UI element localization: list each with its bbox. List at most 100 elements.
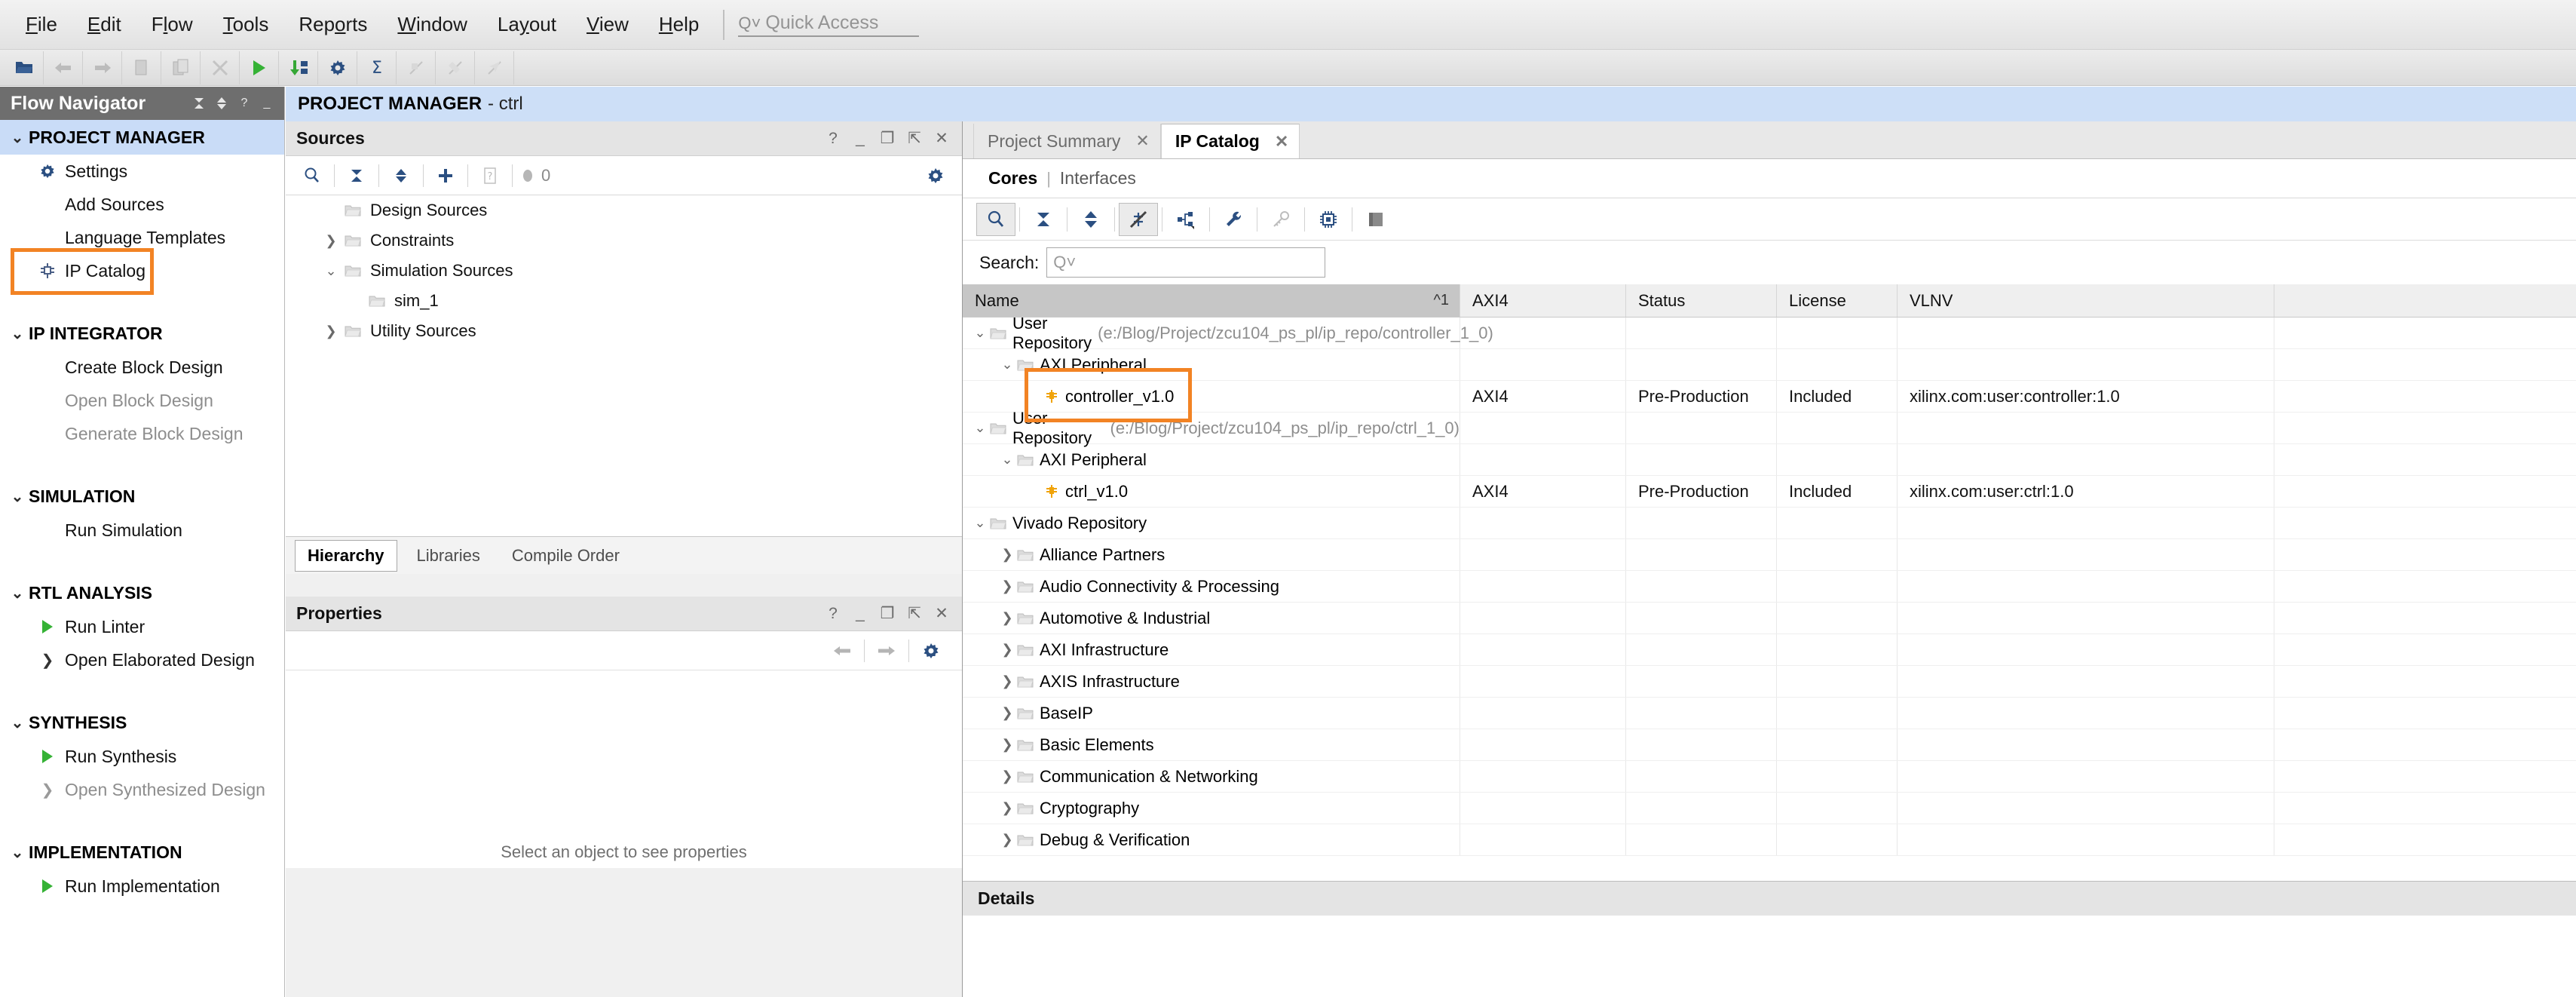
expand-all-icon[interactable] — [210, 92, 233, 115]
sources-tree[interactable]: Design Sources ❯ Constraints ⌄ Simulation So… — [286, 195, 962, 536]
sidebar-item-ip-catalog[interactable]: IP Catalog — [0, 254, 284, 287]
chevron-right-icon[interactable]: ❯ — [997, 737, 1017, 753]
table-row[interactable]: ❯ AXIS Infrastructure — [963, 666, 2576, 698]
chevron-right-icon[interactable]: ❯ — [997, 642, 1017, 658]
quick-access-search[interactable]: Q˅ Quick Access — [738, 12, 920, 37]
table-row[interactable]: ❯ Basic Elements — [963, 729, 2576, 761]
column-header-name[interactable]: Name ^1 — [963, 284, 1460, 317]
flownav-section-implementation[interactable]: ⌄ IMPLEMENTATION — [0, 835, 284, 870]
chevron-right-icon[interactable]: ❯ — [997, 768, 1017, 784]
close-icon[interactable]: ✕ — [1275, 132, 1288, 152]
help-icon[interactable]: ? — [822, 127, 844, 150]
menu-layout[interactable]: Layout — [482, 8, 571, 41]
chevron-right-icon[interactable]: ❯ — [997, 610, 1017, 626]
table-row[interactable]: ❯ Communication & Networking — [963, 761, 2576, 793]
subtab-interfaces[interactable]: Interfaces — [1051, 168, 1145, 189]
flownav-section-rtl-analysis[interactable]: ⌄ RTL ANALYSIS — [0, 575, 284, 610]
chevron-right-icon[interactable]: ❯ — [997, 673, 1017, 689]
menu-file[interactable]: File — [11, 8, 72, 41]
doc-tab-project-summary[interactable]: Project Summary ✕ — [973, 124, 1161, 158]
expand-all-icon[interactable] — [382, 159, 420, 192]
menu-flow[interactable]: Flow — [136, 8, 208, 41]
tree-item-sim_1[interactable]: sim_1 — [286, 286, 962, 316]
close-icon[interactable]: ✕ — [930, 603, 953, 625]
table-row[interactable]: ❯ Debug & Verification — [963, 824, 2576, 856]
chevron-down-icon[interactable]: ⌄ — [970, 420, 990, 436]
table-row[interactable]: ⌄ User Repository (e:/Blog/Project/zcu104_… — [963, 409, 2576, 447]
chevron-right-icon[interactable]: ❯ — [320, 324, 342, 339]
add-sources-icon[interactable] — [427, 159, 464, 192]
chevron-down-icon[interactable]: ⌄ — [970, 325, 990, 341]
sidebar-item-run-synthesis[interactable]: Run Synthesis — [0, 740, 284, 773]
table-row[interactable]: ⌄ AXI Peripheral — [963, 349, 2576, 381]
ip-settings-chip-icon[interactable] — [1309, 203, 1348, 236]
tree-item-utility-sources[interactable]: ❯ Utility Sources — [286, 316, 962, 346]
sidebar-item-create-block-design[interactable]: Create Block Design — [0, 351, 284, 384]
table-row[interactable]: ⌄ AXI Peripheral — [963, 444, 2576, 476]
hide-incompatible-ip-icon[interactable] — [1119, 202, 1158, 236]
table-row[interactable]: ❯ BaseIP — [963, 698, 2576, 729]
run-icon[interactable] — [240, 51, 279, 84]
table-row[interactable]: ⌄ User Repository (e:/Blog/Project/zcu104_… — [963, 318, 2576, 352]
minimize-icon[interactable]: _ — [849, 127, 871, 150]
sidebar-item-run-simulation[interactable]: Run Simulation — [0, 514, 284, 547]
chevron-down-icon[interactable]: ⌄ — [970, 515, 990, 531]
flownav-section-synthesis[interactable]: ⌄ SYNTHESIS — [0, 705, 284, 740]
table-row[interactable]: ❯ Cryptography — [963, 793, 2576, 824]
flownav-section-project-manager[interactable]: ⌄ PROJECT MANAGER — [0, 120, 284, 155]
ip-hierarchy-icon[interactable] — [1166, 203, 1205, 236]
table-row[interactable]: ⌄ Vivado Repository — [963, 508, 2576, 539]
menu-help[interactable]: Help — [644, 8, 714, 41]
table-row[interactable]: ❯ Alliance Partners — [963, 539, 2576, 571]
maximize-icon[interactable]: ❐ — [876, 127, 899, 150]
ip-catalog-column-header[interactable]: Name ^1 AXI4 Status License VLNV — [963, 284, 2576, 318]
ip-catalog-tree[interactable]: ⌄ User Repository (e:/Blog/Project/zcu104_… — [963, 318, 2576, 881]
close-icon[interactable]: ✕ — [1135, 131, 1149, 151]
chevron-right-icon[interactable]: ❯ — [997, 547, 1017, 563]
sidebar-item-run-implementation[interactable]: Run Implementation — [0, 870, 284, 903]
menu-tools[interactable]: Tools — [208, 8, 284, 41]
chevron-right-icon[interactable]: ❯ — [997, 705, 1017, 721]
minimize-icon[interactable]: _ — [849, 603, 871, 625]
sidebar-item-settings[interactable]: Settings — [0, 155, 284, 188]
chevron-right-icon[interactable]: ❯ — [997, 832, 1017, 848]
help-icon[interactable]: ? — [822, 603, 844, 625]
flownav-section-simulation[interactable]: ⌄ SIMULATION — [0, 479, 284, 514]
table-row[interactable]: ❯ Automotive & Industrial — [963, 603, 2576, 634]
settings-gear-icon[interactable] — [318, 51, 357, 84]
tab-hierarchy[interactable]: Hierarchy — [295, 539, 397, 572]
table-row[interactable]: ❯ Audio Connectivity & Processing — [963, 571, 2576, 603]
column-header-status[interactable]: Status — [1626, 284, 1777, 317]
chevron-right-icon[interactable]: ❯ — [35, 781, 60, 799]
chevron-right-icon[interactable]: ❯ — [997, 800, 1017, 816]
flownav-section-ip-integrator[interactable]: ⌄ IP INTEGRATOR — [0, 316, 284, 351]
help-icon[interactable]: ? — [233, 92, 256, 115]
menu-view[interactable]: View — [571, 8, 644, 41]
chevron-right-icon[interactable]: ❯ — [320, 233, 342, 249]
float-icon[interactable]: ⇱ — [903, 603, 926, 625]
subtab-cores[interactable]: Cores — [979, 168, 1046, 189]
write-bitstream-icon[interactable] — [279, 51, 318, 84]
search-input[interactable]: Q˅ — [1046, 247, 1326, 278]
open-project-icon[interactable] — [5, 51, 44, 84]
column-header-axi4[interactable]: AXI4 — [1460, 284, 1626, 317]
tab-compile-order[interactable]: Compile Order — [500, 541, 632, 571]
menu-window[interactable]: Window — [382, 8, 482, 41]
table-row[interactable]: controller_v1.0 AXI4 Pre-Production Include… — [963, 381, 2576, 413]
collapse-all-icon[interactable] — [188, 92, 210, 115]
report-sum-icon[interactable]: Σ — [357, 51, 397, 84]
chevron-down-icon[interactable]: ⌄ — [997, 357, 1017, 373]
properties-settings-gear-icon[interactable] — [912, 634, 950, 667]
tab-libraries[interactable]: Libraries — [405, 541, 492, 571]
chevron-down-icon[interactable]: ⌄ — [997, 452, 1017, 468]
column-header-vlnv[interactable]: VLNV — [1898, 284, 2274, 317]
table-row[interactable]: ❯ AXI Infrastructure — [963, 634, 2576, 666]
tree-item-design-sources[interactable]: Design Sources — [286, 195, 962, 225]
tree-item-constraints[interactable]: ❯ Constraints — [286, 225, 962, 256]
sources-settings-gear-icon[interactable] — [917, 159, 954, 192]
minimize-icon[interactable]: _ — [256, 92, 278, 115]
column-header-license[interactable]: License — [1777, 284, 1898, 317]
table-row[interactable]: ctrl_v1.0 AXI4 Pre-Production Included xilin… — [963, 476, 2576, 508]
menu-reports[interactable]: Reports — [283, 8, 382, 41]
search-icon[interactable] — [293, 159, 331, 192]
